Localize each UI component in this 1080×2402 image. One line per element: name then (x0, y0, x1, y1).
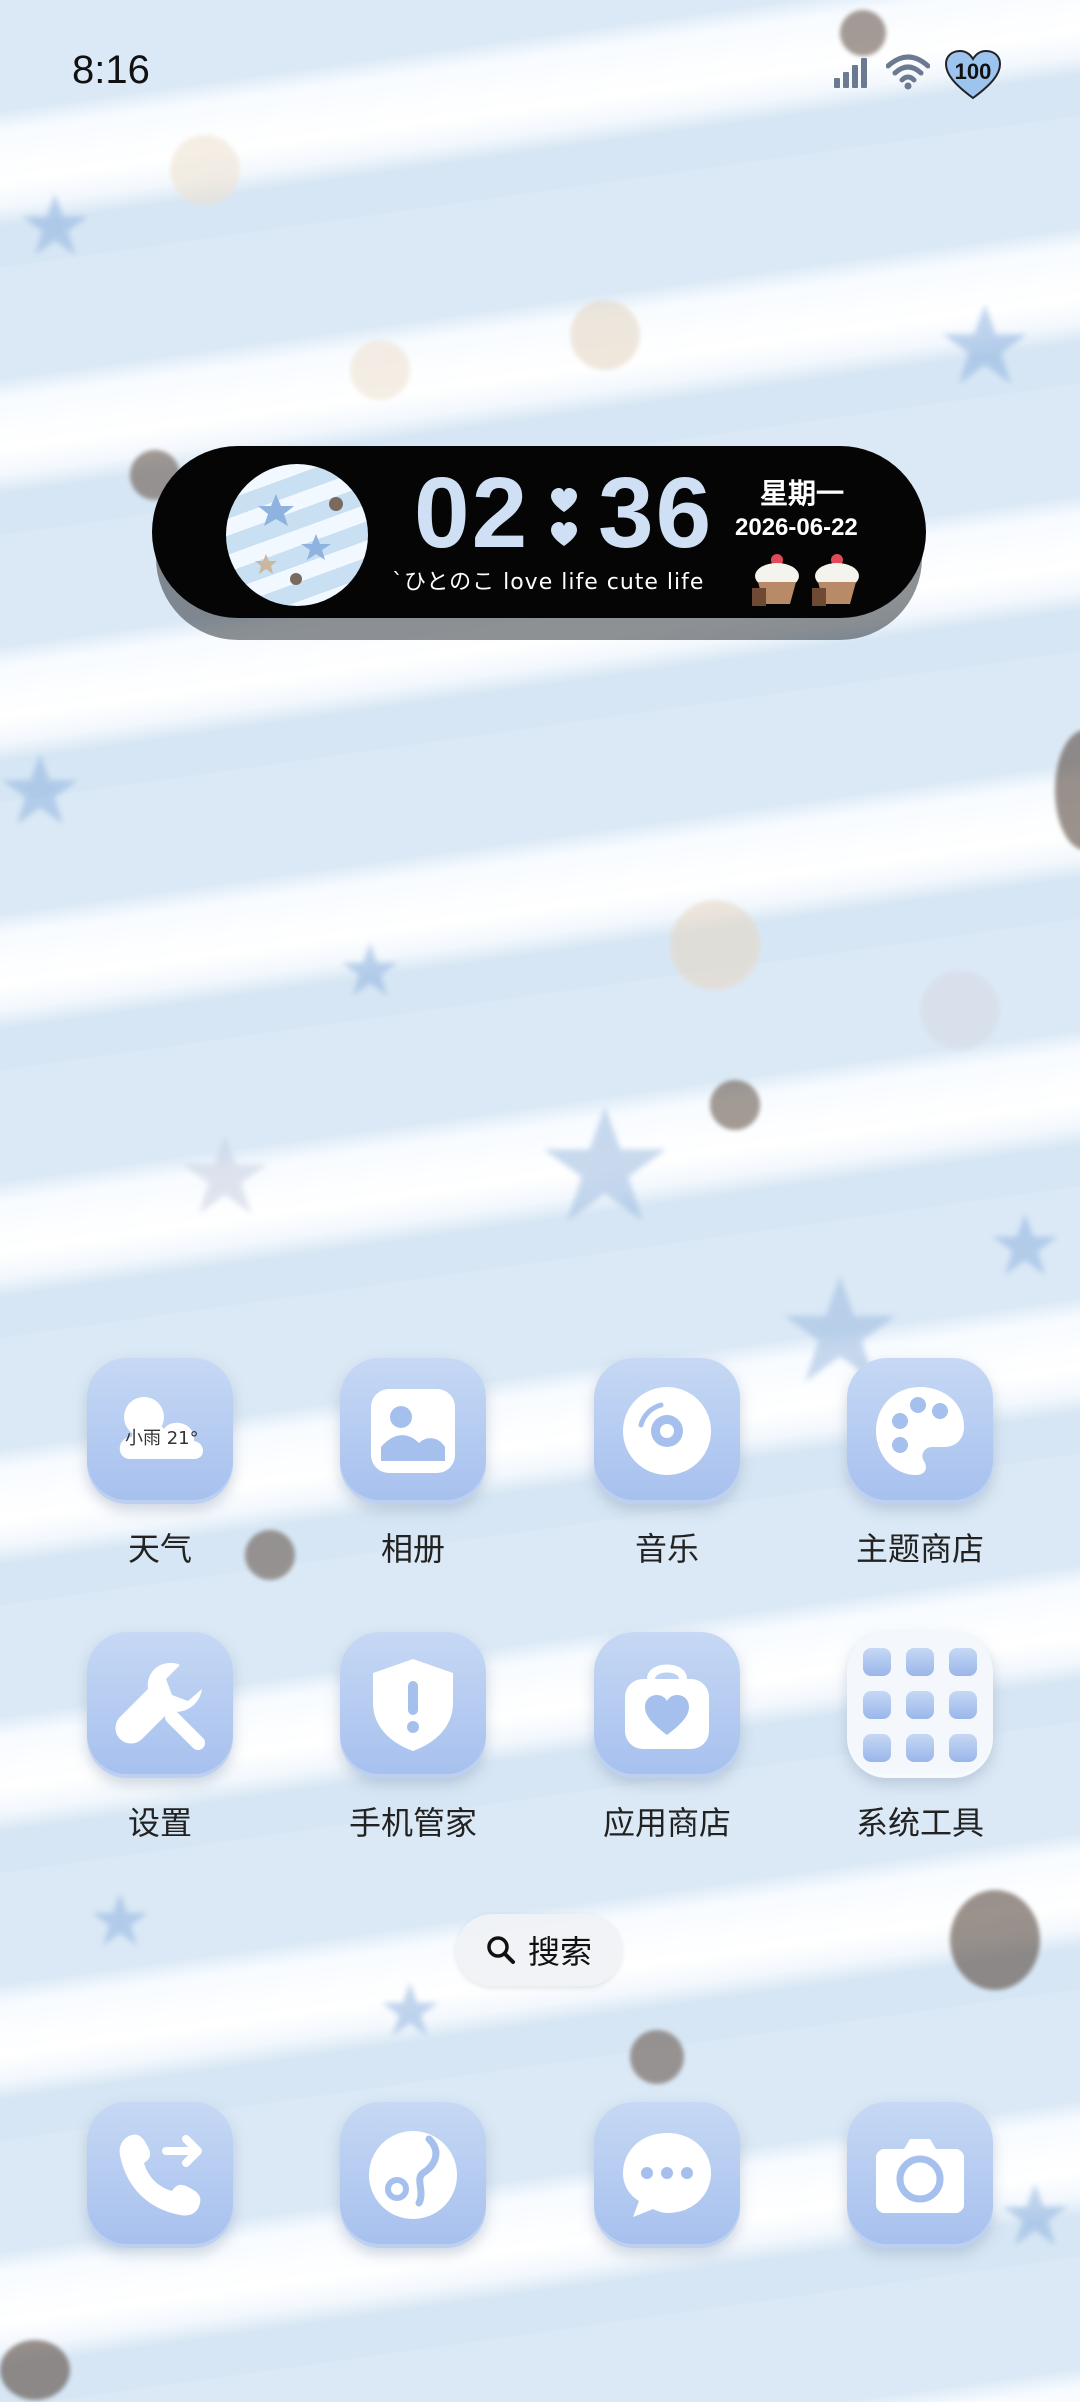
app-label: 设置 (127, 1804, 192, 1842)
folder-app-icon (949, 1648, 977, 1676)
widget-hours: 02 (414, 457, 530, 569)
shield-icon[interactable] (340, 1632, 486, 1778)
folder-app-icon (906, 1734, 934, 1762)
cupcake-icon (812, 554, 859, 606)
store-bag-icon[interactable] (594, 1632, 740, 1778)
app-label: 相册 (380, 1530, 445, 1568)
app-app-store[interactable]: 应用商店 (567, 1632, 767, 1844)
widget-date: 2026-06-22 (735, 514, 858, 541)
app-system-tools-folder[interactable]: 系统工具 (820, 1632, 1020, 1844)
gallery-icon[interactable] (340, 1358, 486, 1504)
dock-messages[interactable] (567, 2102, 767, 2248)
app-music[interactable]: 音乐 (567, 1358, 767, 1570)
app-label: 手机管家 (348, 1804, 477, 1842)
status-bar: 8:16 100 (0, 0, 1080, 150)
app-label: 系统工具 (855, 1804, 984, 1842)
messages-icon[interactable] (594, 2102, 740, 2248)
dock-phone[interactable] (60, 2102, 260, 2248)
widget-weekday: 星期一 (760, 477, 845, 510)
app-phone-manager[interactable]: 手机管家 (313, 1632, 513, 1844)
wifi-icon (886, 54, 930, 90)
app-theme-store[interactable]: 主题商店 (820, 1358, 1020, 1570)
app-weather[interactable]: 小雨 21° 天气 (60, 1358, 260, 1570)
folder-app-icon (906, 1648, 934, 1676)
wrench-icon[interactable] (87, 1632, 233, 1778)
folder-app-icon (949, 1691, 977, 1719)
weather-badge: 小雨 21° (125, 1428, 199, 1449)
folder-app-icon (863, 1691, 891, 1719)
battery-level: 100 (954, 59, 992, 84)
palette-icon[interactable] (847, 1358, 993, 1504)
wallpaper (0, 0, 1080, 2402)
phone-icon[interactable] (87, 2102, 233, 2248)
browser-icon[interactable] (340, 2102, 486, 2248)
battery-heart-icon: 100 (944, 49, 1002, 100)
signal-icon (834, 58, 867, 88)
app-label: 应用商店 (602, 1804, 731, 1842)
app-label: 天气 (127, 1530, 192, 1568)
camera-icon[interactable] (847, 2102, 993, 2248)
app-label: 主题商店 (855, 1530, 984, 1568)
clock-widget[interactable]: 02 36 星期一 2026-06-22 `ひとのこ love life cut… (152, 446, 926, 618)
folder-app-icon (863, 1648, 891, 1676)
search-label: 搜索 (527, 1933, 592, 1971)
widget-tagline: `ひとのこ love life cute life (392, 570, 705, 595)
widget-minutes: 36 (598, 457, 714, 569)
folder-app-icon (949, 1734, 977, 1762)
search-button[interactable]: 搜索 (456, 1914, 622, 1986)
weather-cloud-icon[interactable]: 小雨 21° (87, 1358, 233, 1504)
app-gallery[interactable]: 相册 (313, 1358, 513, 1570)
app-settings[interactable]: 设置 (60, 1632, 260, 1844)
dock-browser[interactable] (313, 2102, 513, 2248)
cupcake-icon (752, 554, 799, 606)
folder-app-icon (863, 1734, 891, 1762)
dock-camera[interactable] (820, 2102, 1020, 2248)
search-icon (487, 1936, 515, 1964)
widget-photo (226, 464, 368, 606)
music-disc-icon[interactable] (594, 1358, 740, 1504)
heart-colon-icon (551, 488, 577, 546)
folder-app-icon (906, 1691, 934, 1719)
folder-icon[interactable] (847, 1632, 993, 1778)
app-label: 音乐 (634, 1530, 699, 1568)
status-time: 8:16 (72, 48, 150, 92)
